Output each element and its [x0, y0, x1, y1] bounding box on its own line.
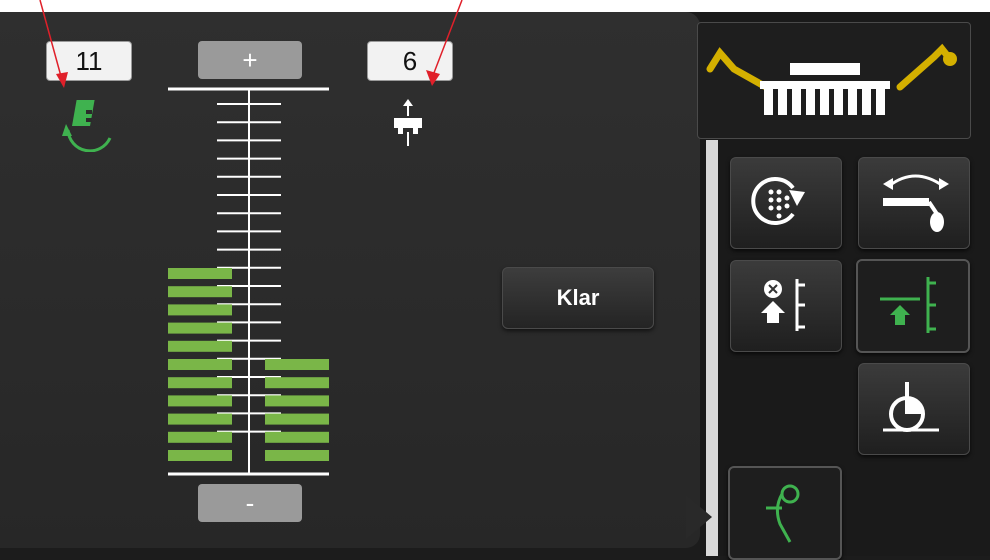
- left-bar-segment: [168, 286, 232, 298]
- hook-button[interactable]: [728, 466, 842, 560]
- left-bar-segment: [168, 359, 232, 370]
- right-bar-segment: [265, 359, 329, 370]
- rotate-dots-icon: [751, 177, 805, 225]
- left-bar-segment: [168, 268, 232, 279]
- lift-active-button[interactable]: [856, 259, 970, 353]
- annotation-arrows: [39, 0, 463, 88]
- left-bar-segment: [168, 450, 232, 461]
- right-bar-segment: [265, 450, 329, 461]
- left-bar-segment: [168, 413, 232, 425]
- annotation-arrow-left: [39, 0, 63, 81]
- klar-button[interactable]: Klar: [502, 267, 654, 329]
- swing-icon: [883, 174, 949, 232]
- left-bar-segment: [168, 340, 232, 352]
- left-bar-segment: [168, 395, 232, 407]
- left-bar-segment: [168, 304, 232, 316]
- annotation-arrow-right: [431, 0, 463, 79]
- rotate-dots-button[interactable]: [730, 157, 842, 249]
- left-bar-segment: [168, 322, 232, 334]
- right-bar-segment: [265, 377, 329, 389]
- right-divider: [706, 140, 718, 556]
- right-bar-segment: [265, 395, 329, 407]
- disc-button[interactable]: [858, 363, 970, 455]
- stop-lift-icon: [761, 279, 805, 331]
- hook-icon: [766, 484, 800, 543]
- right-bar-segment: [265, 413, 329, 425]
- stop-lift-button[interactable]: [730, 260, 842, 352]
- left-bar-segment: [168, 377, 232, 389]
- left-bar-segment: [168, 431, 232, 443]
- right-bar-segment: [265, 431, 329, 443]
- swing-button[interactable]: [858, 157, 970, 249]
- lift-active-icon: [880, 277, 936, 333]
- disc-icon: [883, 382, 939, 432]
